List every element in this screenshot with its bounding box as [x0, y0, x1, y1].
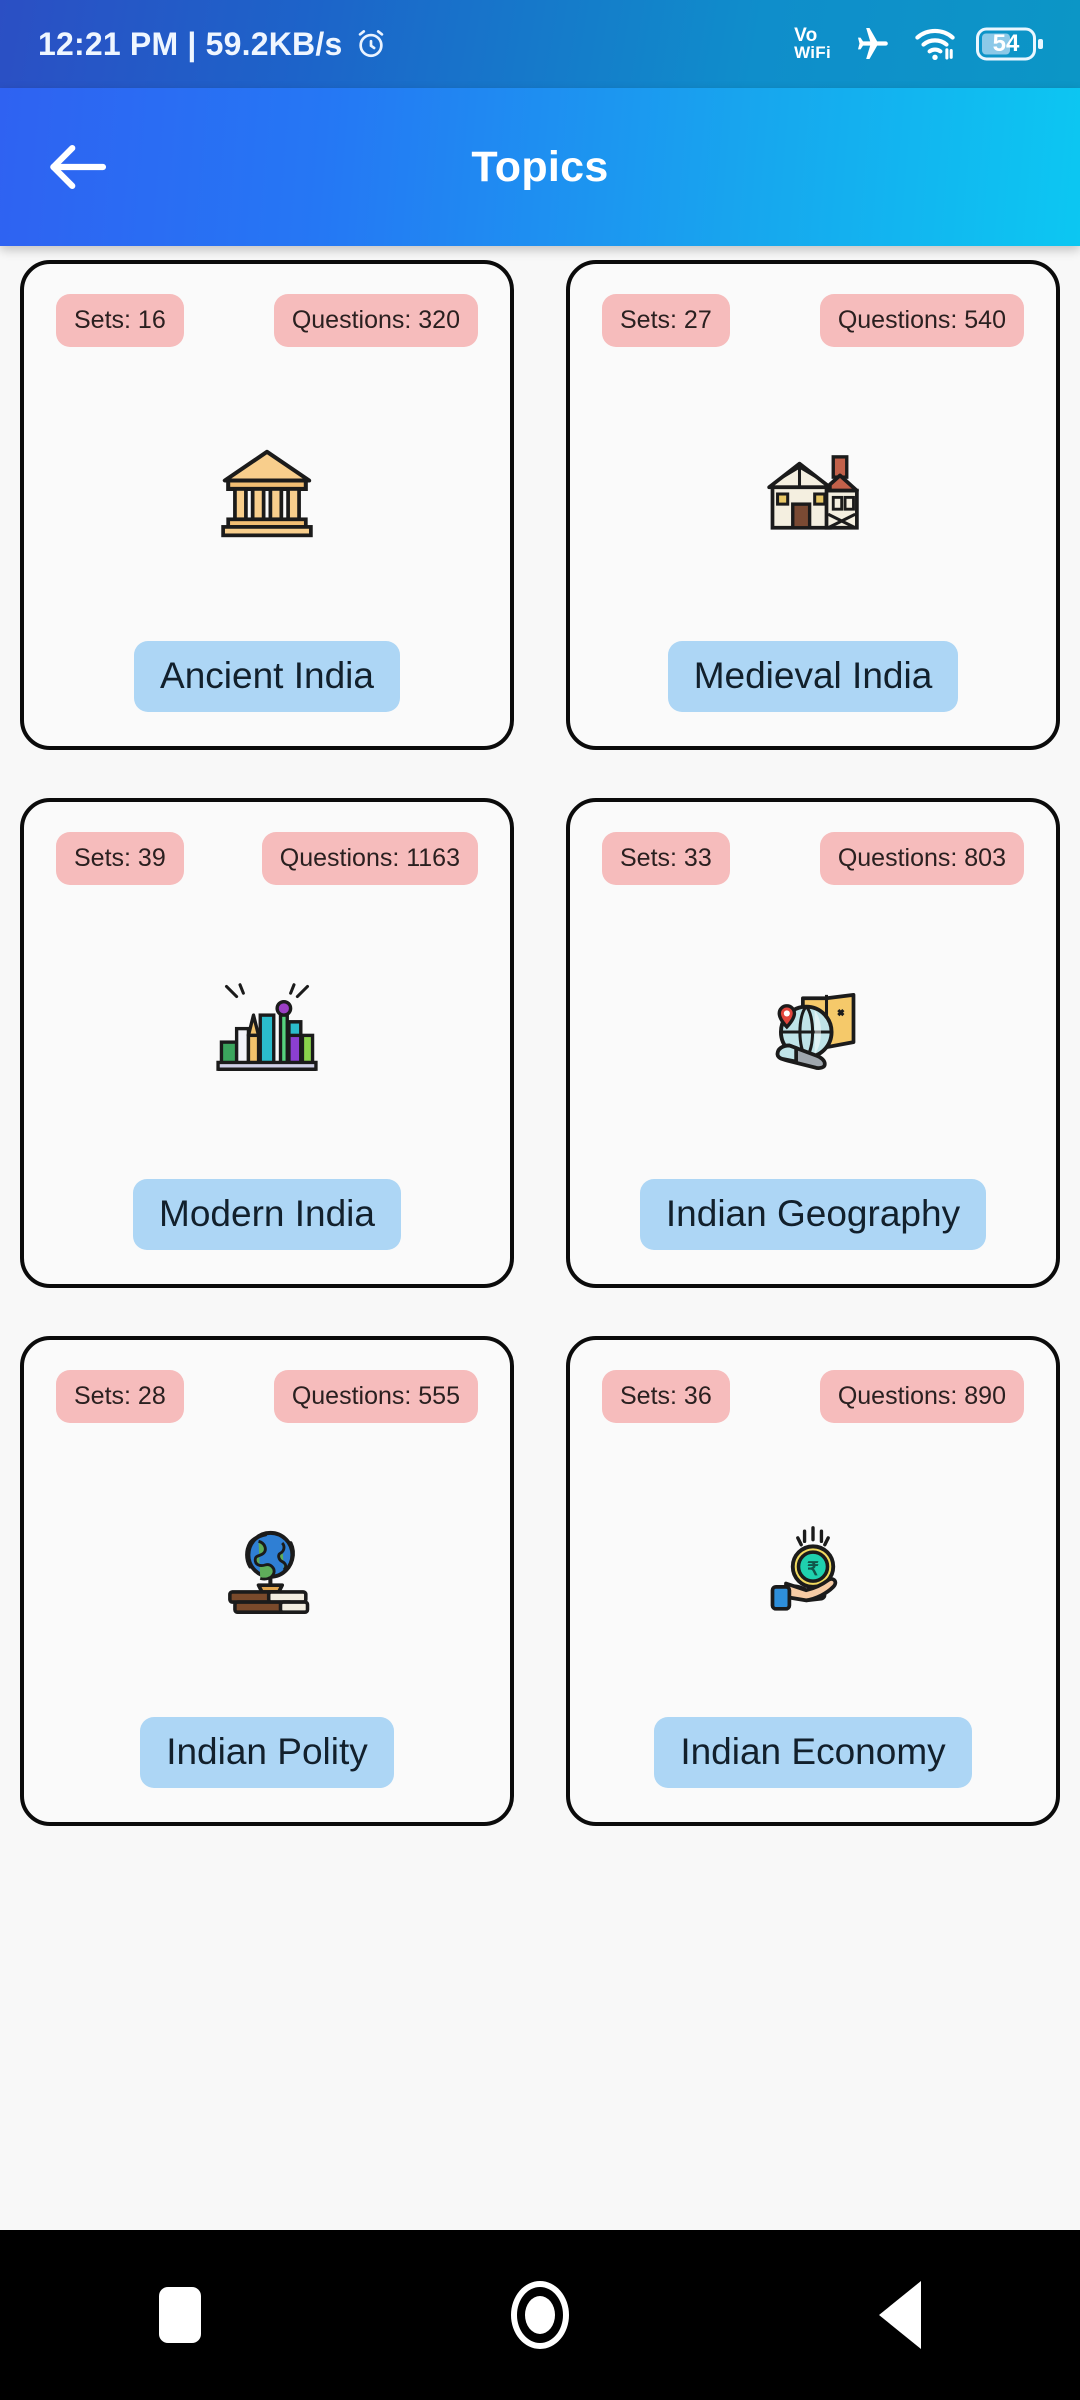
vowifi-icon: Vo WiFi: [794, 26, 831, 62]
sets-badge: Sets: 16: [56, 294, 184, 347]
questions-badge: Questions: 320: [273, 294, 478, 347]
hand-rupee-coin-icon: ₹: [759, 1516, 867, 1624]
topic-name-label: Modern India: [133, 1179, 401, 1250]
card-stats-row: Sets: 27 Questions: 540: [602, 294, 1024, 347]
alarm-clock-icon: [354, 27, 388, 61]
topic-name-label: Indian Polity: [140, 1717, 394, 1788]
questions-badge: Questions: 1163: [261, 832, 478, 885]
questions-badge: Questions: 555: [273, 1370, 478, 1423]
questions-badge: Questions: 803: [819, 832, 1024, 885]
city-skyline-icon: [213, 978, 321, 1086]
topic-icon-wrap: [56, 347, 478, 641]
circle-home-icon: [511, 2281, 569, 2349]
topic-card-indian-economy[interactable]: Sets: 36 Questions: 890 ₹ Indian Economy: [566, 1336, 1060, 1826]
topic-icon-wrap: [56, 885, 478, 1179]
topic-icon-wrap: ₹: [602, 1423, 1024, 1717]
topic-card-medieval-india[interactable]: Sets: 27 Questions: 540 Medieval India: [566, 260, 1060, 750]
arrow-left-icon: [46, 141, 108, 193]
topic-name-label: Indian Geography: [639, 1179, 987, 1250]
topic-icon-wrap: [56, 1423, 478, 1717]
triangle-back-icon: [879, 2281, 921, 2349]
battery-level-text: 54: [992, 30, 1020, 57]
topics-grid: Sets: 16 Questions: 320 Ancient India Se…: [0, 250, 1080, 1826]
battery-indicator: 54: [976, 25, 1046, 63]
home-button[interactable]: [465, 2240, 615, 2390]
status-bar-right: Vo WiFi 54: [794, 24, 1046, 64]
airplane-mode-icon: [850, 24, 894, 64]
status-bar: 12:21 PM | 59.2KB/s Vo WiFi 54: [0, 0, 1080, 88]
medieval-house-icon: [759, 440, 867, 548]
topic-card-ancient-india[interactable]: Sets: 16 Questions: 320 Ancient India: [20, 260, 514, 750]
topic-icon-wrap: [602, 347, 1024, 641]
sets-badge: Sets: 27: [602, 294, 730, 347]
system-navigation-bar: [0, 2230, 1080, 2400]
wifi-icon: [913, 26, 957, 62]
questions-badge: Questions: 890: [819, 1370, 1024, 1423]
topic-card-indian-polity[interactable]: Sets: 28 Questions: 555 Indian Polity: [20, 1336, 514, 1826]
sets-badge: Sets: 28: [56, 1370, 184, 1423]
system-back-button[interactable]: [825, 2240, 975, 2390]
card-stats-row: Sets: 39 Questions: 1163: [56, 832, 478, 885]
globe-on-books-icon: [213, 1516, 321, 1624]
page-title: Topics: [471, 142, 609, 191]
questions-badge: Questions: 540: [819, 294, 1024, 347]
svg-text:₹: ₹: [807, 1558, 819, 1579]
card-stats-row: Sets: 16 Questions: 320: [56, 294, 478, 347]
status-time-and-network-speed: 12:21 PM | 59.2KB/s: [38, 25, 343, 62]
sets-badge: Sets: 39: [56, 832, 184, 885]
app-bar: Topics: [0, 88, 1080, 246]
recents-button[interactable]: [105, 2240, 255, 2390]
card-stats-row: Sets: 33 Questions: 803: [602, 832, 1024, 885]
topic-card-indian-geography[interactable]: Sets: 33 Questions: 803 Indian Geography: [566, 798, 1060, 1288]
topic-icon-wrap: [602, 885, 1024, 1179]
sets-badge: Sets: 36: [602, 1370, 730, 1423]
phone-screen: 12:21 PM | 59.2KB/s Vo WiFi 54 Topics Se…: [0, 0, 1080, 2400]
classical-building-icon: [213, 440, 321, 548]
back-button[interactable]: [22, 112, 132, 222]
sets-badge: Sets: 33: [602, 832, 730, 885]
topic-card-modern-india[interactable]: Sets: 39 Questions: 1163 Modern India: [20, 798, 514, 1288]
topic-name-label: Medieval India: [667, 641, 959, 712]
status-bar-left: 12:21 PM | 59.2KB/s: [38, 26, 388, 63]
vowifi-line-2: WiFi: [794, 42, 831, 62]
card-stats-row: Sets: 36 Questions: 890: [602, 1370, 1024, 1423]
square-recents-icon: [159, 2287, 201, 2343]
topic-name-label: Ancient India: [134, 641, 400, 712]
card-stats-row: Sets: 28 Questions: 555: [56, 1370, 478, 1423]
topic-name-label: Indian Economy: [654, 1717, 972, 1788]
globe-map-telescope-icon: [759, 978, 867, 1086]
